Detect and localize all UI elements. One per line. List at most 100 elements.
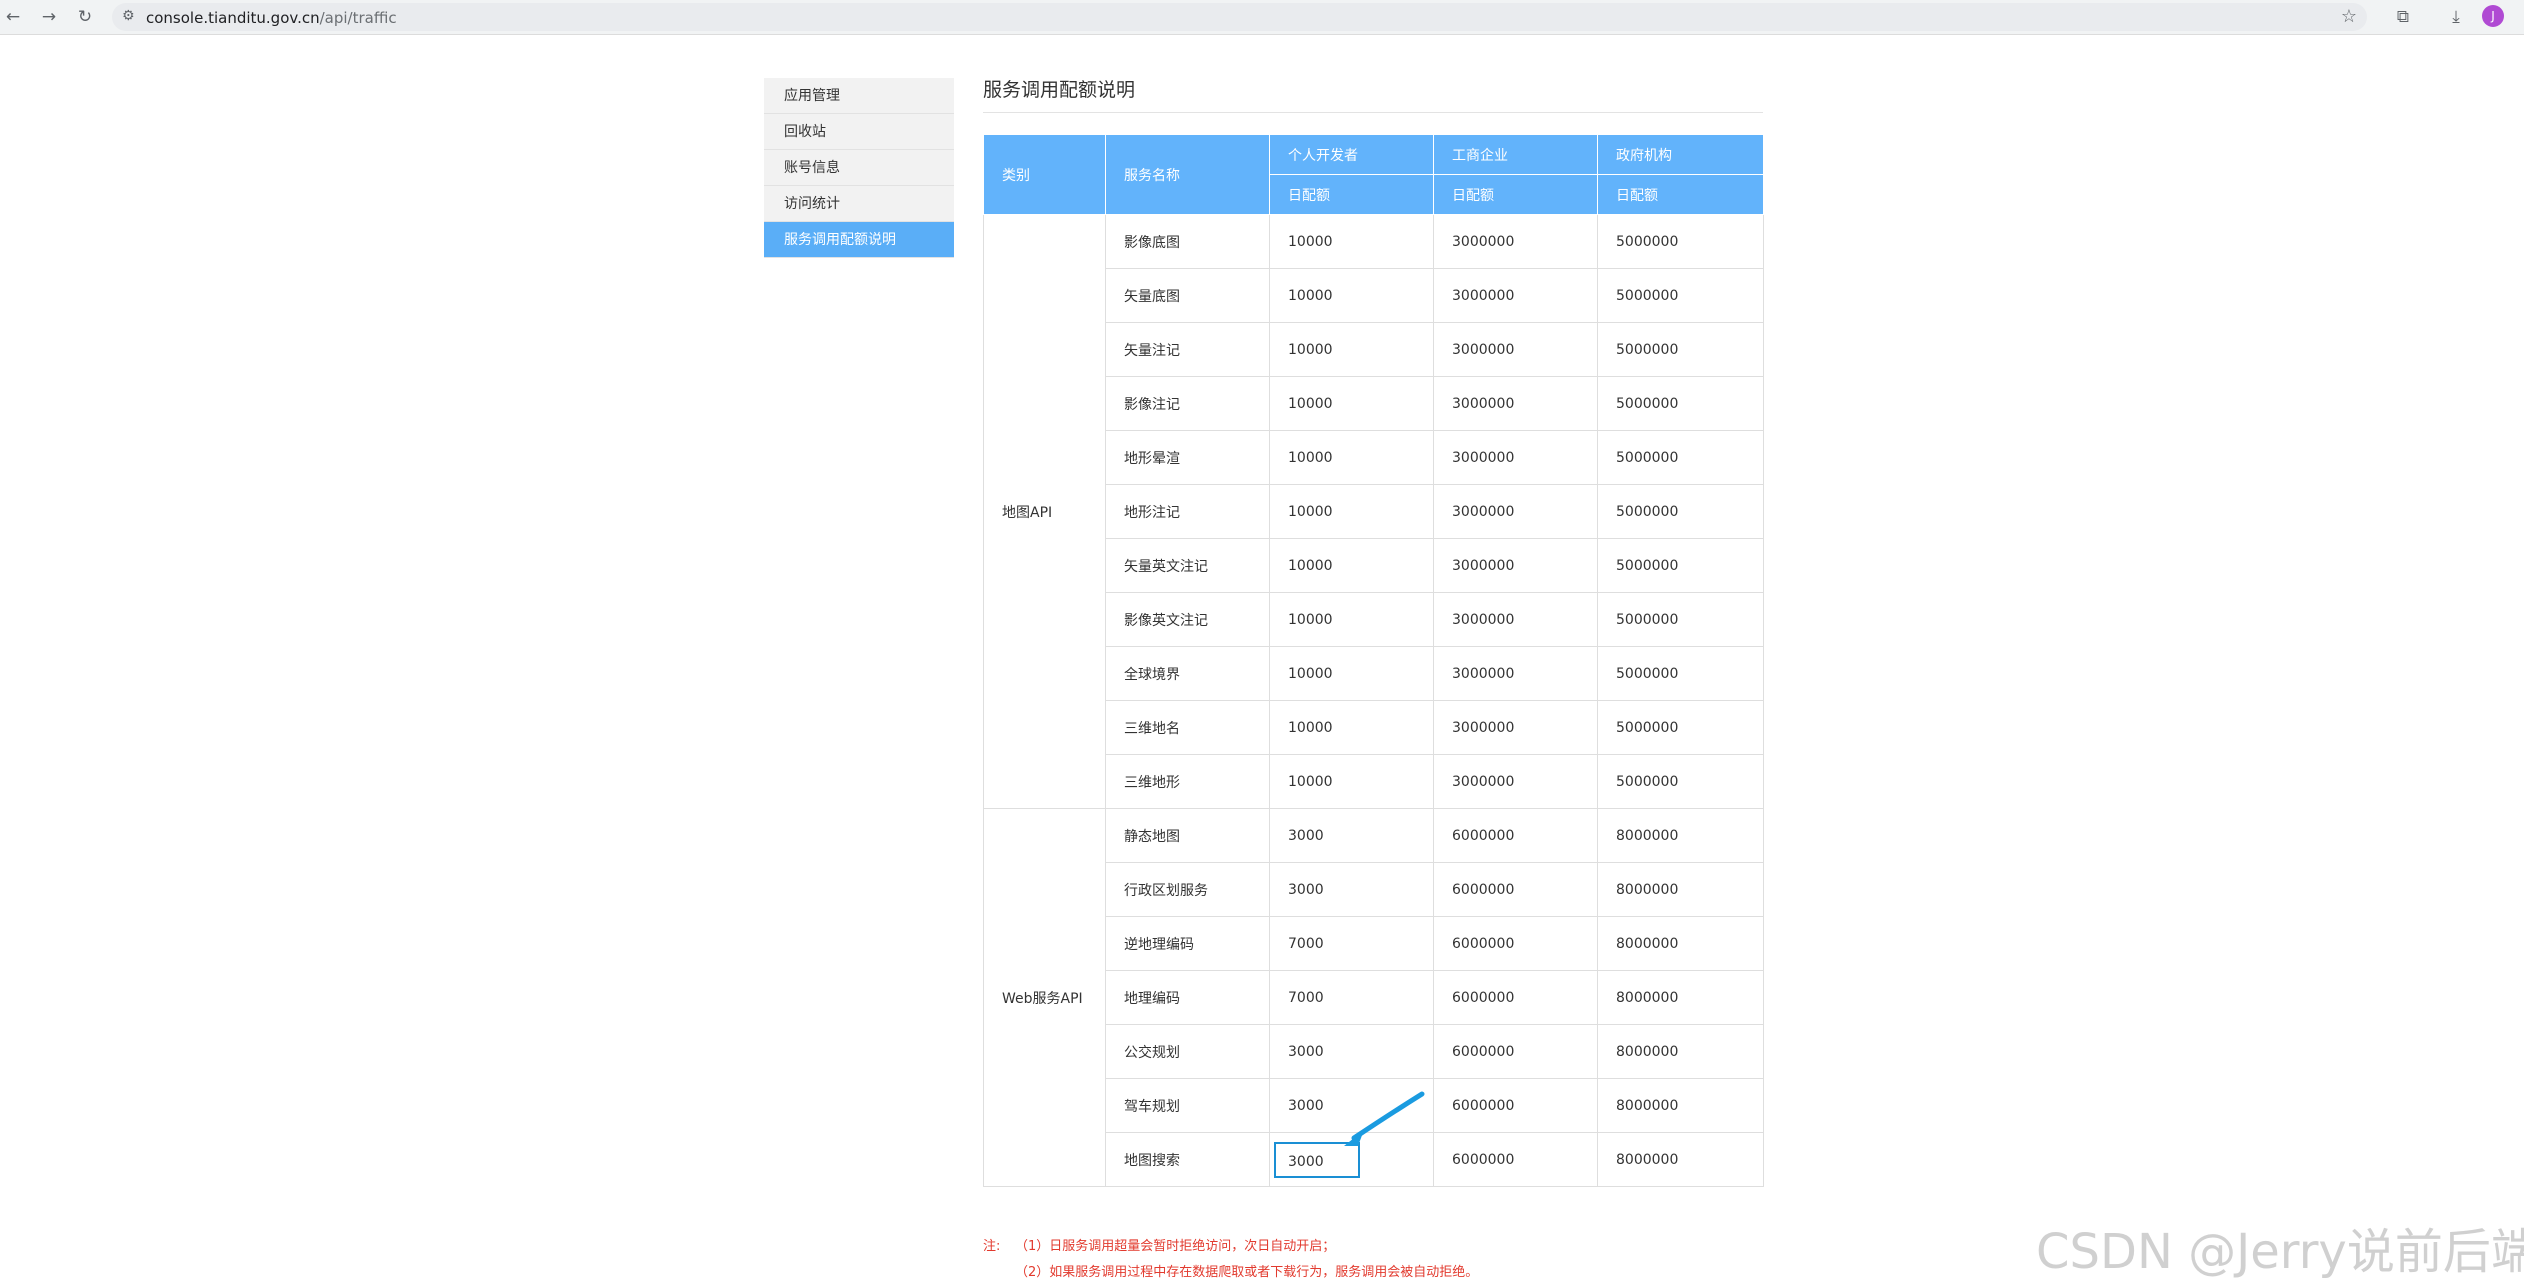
government-quota-cell: 5000000: [1597, 646, 1764, 701]
download-icon[interactable]: ⤓: [2443, 4, 2469, 30]
url-path: /api/traffic: [319, 9, 397, 27]
personal-quota-cell: 3000: [1269, 1024, 1434, 1079]
sidebar-item-app-management[interactable]: 应用管理: [764, 78, 954, 114]
header-daily-quota-government: 日配额: [1597, 174, 1764, 215]
main-content: 服务调用配额说明 类别 服务名称 个人开发者 工商企业 政府机构 日配额 日配额…: [983, 72, 1764, 1187]
category-cell: Web服务API: [983, 808, 1106, 1187]
personal-quota-cell: 10000: [1269, 268, 1434, 323]
site-info-icon[interactable]: ⚙: [122, 8, 135, 24]
table-row: 地图API 影像底图 10000 3000000 5000000: [983, 214, 1764, 809]
service-name-cell: 地图搜索: [1105, 1132, 1270, 1187]
header-government: 政府机构: [1597, 134, 1764, 175]
personal-quota-cell: 10000: [1269, 322, 1434, 377]
page-title: 服务调用配额说明: [983, 72, 1763, 113]
service-name-cell: 逆地理编码: [1105, 916, 1270, 971]
url-text[interactable]: console.tianditu.gov.cn/api/traffic: [146, 9, 397, 27]
government-quota-cell: 5000000: [1597, 376, 1764, 431]
service-name-cell: 三维地形: [1105, 754, 1270, 809]
forward-arrow-icon[interactable]: →: [36, 4, 62, 30]
government-quota-cell: 5000000: [1597, 484, 1764, 539]
category-cell: 地图API: [983, 214, 1106, 809]
government-quota-cell: 8000000: [1597, 916, 1764, 971]
business-quota-cell: 3000000: [1433, 484, 1598, 539]
service-name-cell: 影像底图: [1105, 214, 1270, 269]
service-name-cell: 地理编码: [1105, 970, 1270, 1025]
header-daily-quota-personal: 日配额: [1269, 174, 1434, 215]
sidebar-item-access-stats[interactable]: 访问统计: [764, 186, 954, 222]
personal-quota-cell: 10000: [1269, 376, 1434, 431]
business-quota-cell: 6000000: [1433, 1024, 1598, 1079]
quota-table: 类别 服务名称 个人开发者 工商企业 政府机构 日配额 日配额 日配额 地图AP…: [983, 134, 1764, 1187]
service-name-cell: 静态地图: [1105, 808, 1270, 863]
business-quota-cell: 3000000: [1433, 754, 1598, 809]
service-name-cell: 矢量注记: [1105, 322, 1270, 377]
bookmark-star-icon[interactable]: ☆: [2341, 6, 2357, 27]
personal-quota-cell: 10000: [1269, 700, 1434, 755]
government-quota-cell: 8000000: [1597, 970, 1764, 1025]
personal-quota-cell: 3000: [1269, 808, 1434, 863]
service-name-cell: 矢量英文注记: [1105, 538, 1270, 593]
sidebar-item-account-info[interactable]: 账号信息: [764, 150, 954, 186]
government-quota-cell: 5000000: [1597, 214, 1764, 269]
footnote-2: （2）如果服务调用过程中存在数据爬取或者下载行为，服务调用会被自动拒绝。: [1015, 1265, 1479, 1280]
business-quota-cell: 3000000: [1433, 646, 1598, 701]
business-quota-cell: 6000000: [1433, 808, 1598, 863]
service-name-cell: 全球境界: [1105, 646, 1270, 701]
browser-toolbar: ← → ↻ ⚙ console.tianditu.gov.cn/api/traf…: [0, 0, 2524, 35]
annotation-arrow-icon: [1344, 1091, 1425, 1146]
personal-quota-cell: 10000: [1269, 214, 1434, 269]
reload-icon[interactable]: ↻: [72, 4, 98, 30]
personal-quota-cell: 10000: [1269, 754, 1434, 809]
footnote-prefix: 注:: [983, 1239, 1001, 1254]
government-quota-cell: 5000000: [1597, 754, 1764, 809]
business-quota-cell: 6000000: [1433, 1078, 1598, 1133]
government-quota-cell: 8000000: [1597, 808, 1764, 863]
service-name-cell: 驾车规划: [1105, 1078, 1270, 1133]
watermark: CSDN @Jerry说前后端: [2036, 1224, 2524, 1280]
business-quota-cell: 6000000: [1433, 862, 1598, 917]
business-quota-cell: 6000000: [1433, 916, 1598, 971]
header-category: 类别: [983, 134, 1106, 215]
footnote-line: 注: （1）日服务调用超量会暂时拒绝访问，次日自动开启；: [983, 1234, 1478, 1260]
personal-quota-cell: 3000: [1269, 862, 1434, 917]
business-quota-cell: 3000000: [1433, 430, 1598, 485]
government-quota-cell: 5000000: [1597, 322, 1764, 377]
personal-quota-cell: 7000: [1269, 916, 1434, 971]
address-bar[interactable]: ⚙ console.tianditu.gov.cn/api/traffic ☆: [112, 3, 2367, 31]
service-name-cell: 矢量底图: [1105, 268, 1270, 323]
header-personal-developer: 个人开发者: [1269, 134, 1434, 175]
table-row: Web服务API 静态地图 3000 6000000 8000000: [983, 808, 1764, 1187]
service-name-cell: 公交规划: [1105, 1024, 1270, 1079]
back-arrow-icon[interactable]: ←: [0, 4, 26, 30]
government-quota-cell: 5000000: [1597, 430, 1764, 485]
business-quota-cell: 3000000: [1433, 592, 1598, 647]
business-quota-cell: 3000000: [1433, 214, 1598, 269]
header-service-name: 服务名称: [1105, 134, 1270, 215]
extensions-icon[interactable]: ⧉: [2390, 4, 2416, 30]
service-name-cell: 三维地名: [1105, 700, 1270, 755]
url-host: console.tianditu.gov.cn: [146, 9, 320, 27]
business-quota-cell: 3000000: [1433, 322, 1598, 377]
personal-quota-cell: 10000: [1269, 484, 1434, 539]
business-quota-cell: 3000000: [1433, 700, 1598, 755]
business-quota-cell: 3000000: [1433, 376, 1598, 431]
service-name-cell: 地形晕渲: [1105, 430, 1270, 485]
business-quota-cell: 6000000: [1433, 970, 1598, 1025]
service-name-cell: 地形注记: [1105, 484, 1270, 539]
service-name-cell: 影像英文注记: [1105, 592, 1270, 647]
service-name-cell: 影像注记: [1105, 376, 1270, 431]
government-quota-cell: 5000000: [1597, 592, 1764, 647]
personal-quota-cell: 10000: [1269, 646, 1434, 701]
sidebar-item-quota-description[interactable]: 服务调用配额说明: [764, 222, 954, 258]
personal-quota-cell: 10000: [1269, 538, 1434, 593]
header-business: 工商企业: [1433, 134, 1598, 175]
sidebar-item-recycle-bin[interactable]: 回收站: [764, 114, 954, 150]
profile-avatar[interactable]: J: [2482, 5, 2504, 27]
business-quota-cell: 3000000: [1433, 538, 1598, 593]
header-daily-quota-business: 日配额: [1433, 174, 1598, 215]
service-name-cell: 行政区划服务: [1105, 862, 1270, 917]
footnote-line: （2）如果服务调用过程中存在数据爬取或者下载行为，服务调用会被自动拒绝。: [983, 1260, 1478, 1286]
personal-quota-cell: 10000: [1269, 592, 1434, 647]
government-quota-cell: 5000000: [1597, 538, 1764, 593]
government-quota-cell: 5000000: [1597, 268, 1764, 323]
